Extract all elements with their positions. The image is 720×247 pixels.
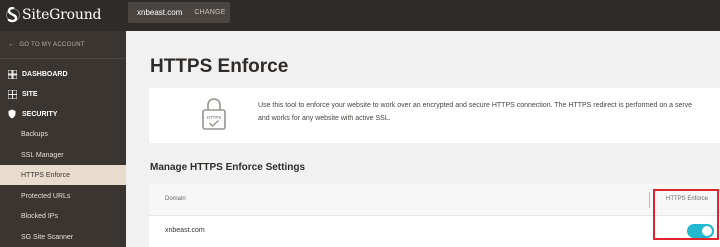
sidebar: ← GO TO MY ACCOUNT DASHBOARD SITE SECURI… (0, 31, 126, 247)
https-enforce-table: Domain HTTPS Enforce xnbeast.com (149, 184, 720, 247)
logo-text: SiteGround (22, 7, 102, 23)
column-separator (649, 192, 650, 208)
column-header-domain: Domain (165, 196, 186, 202)
table-header: Domain HTTPS Enforce (149, 184, 720, 216)
site-grid-icon (7, 89, 17, 99)
sidebar-item-blocked-ips[interactable]: Blocked IPs (0, 206, 126, 226)
shield-icon (7, 109, 17, 119)
top-bar: SiteGround xnbeast.com CHANGE (0, 0, 720, 31)
info-line-1: Use this tool to enforce your website to… (258, 102, 693, 109)
https-lock-icon: HTTPS (201, 97, 227, 136)
sidebar-item-label: SSL Manager (21, 151, 64, 159)
current-domain: xnbeast.com (137, 8, 183, 17)
info-line-2: and works for any website with active SS… (258, 115, 391, 122)
sidebar-item-site[interactable]: SITE (0, 84, 126, 104)
row-domain: xnbeast.com (165, 227, 205, 234)
sidebar-item-protected-urls[interactable]: Protected URLs (0, 186, 126, 206)
sidebar-item-label: SG Site Scanner (21, 233, 74, 241)
sidebar-item-label: SITE (22, 90, 38, 98)
siteground-logo[interactable]: SiteGround (6, 5, 101, 25)
arrow-left-icon: ← (8, 41, 16, 48)
info-description: Use this tool to enforce your website to… (258, 99, 720, 125)
sidebar-item-label: Backups (21, 130, 48, 138)
sidebar-item-backups[interactable]: Backups (0, 124, 126, 144)
change-domain-link[interactable]: CHANGE (194, 9, 225, 16)
siteground-logo-icon (6, 7, 20, 23)
sidebar-item-ssl-manager[interactable]: SSL Manager (0, 145, 126, 165)
info-card: HTTPS Use this tool to enforce your webs… (149, 88, 720, 143)
sidebar-divider (0, 58, 126, 59)
sidebar-item-sg-site-scanner[interactable]: SG Site Scanner (0, 227, 126, 247)
domain-switcher[interactable]: xnbeast.com CHANGE (128, 2, 230, 23)
sidebar-item-security[interactable]: SECURITY (0, 104, 126, 124)
page-title: HTTPS Enforce (150, 56, 289, 77)
go-to-account-label: GO TO MY ACCOUNT (19, 41, 85, 48)
section-title: Manage HTTPS Enforce Settings (150, 162, 306, 173)
sidebar-item-https-enforce[interactable]: HTTPS Enforce (0, 165, 126, 185)
sidebar-item-label: Blocked IPs (21, 212, 58, 220)
highlight-box (653, 189, 719, 240)
lock-icon-label: HTTPS (207, 115, 222, 120)
sidebar-item-label: SECURITY (22, 110, 58, 118)
sidebar-item-dashboard[interactable]: DASHBOARD (0, 64, 126, 84)
dashboard-grid-icon (7, 69, 17, 79)
go-to-account-link[interactable]: ← GO TO MY ACCOUNT (8, 41, 85, 48)
sidebar-item-label: HTTPS Enforce (21, 171, 71, 179)
sidebar-item-label: Protected URLs (21, 192, 71, 200)
main-content: HTTPS Enforce HTTPS Use this tool to enf… (126, 31, 720, 247)
sidebar-item-label: DASHBOARD (22, 70, 68, 78)
